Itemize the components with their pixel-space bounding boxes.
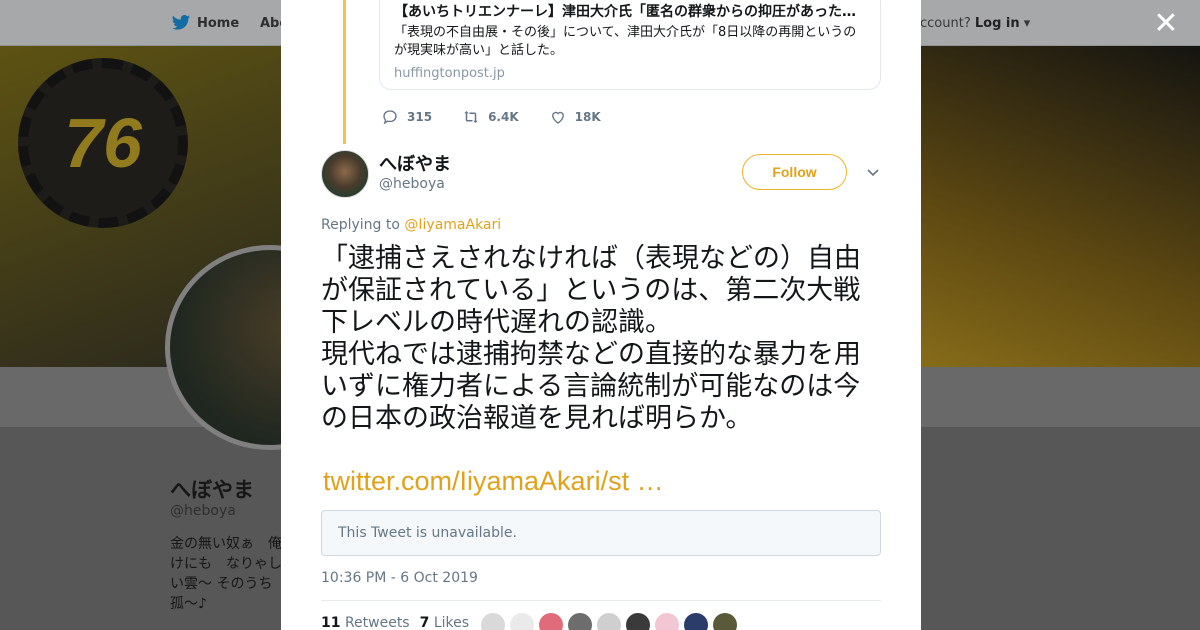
liker-avatar[interactable]	[684, 613, 708, 630]
unavailable-quote: This Tweet is unavailable.	[321, 510, 881, 556]
reply-button[interactable]: 315	[381, 108, 432, 126]
tweet-link[interactable]: twitter.com/IiyamaAkari/st …	[323, 466, 664, 497]
replying-to: Replying to @IiyamaAkari	[321, 217, 501, 233]
retweet-button[interactable]: 6.4K	[462, 108, 519, 126]
author-handle[interactable]: @heboya	[379, 176, 445, 192]
author-name[interactable]: へぼやま	[379, 150, 451, 176]
retweet-count: 6.4K	[488, 110, 519, 124]
liker-avatar[interactable]	[568, 613, 592, 630]
retweets-stat[interactable]: 11 Retweets	[321, 615, 410, 630]
author-avatar[interactable]	[321, 150, 369, 198]
tweet-text: 「逮捕さえされなければ（表現などの）自由が保証されている」というのは、第二次大戦…	[321, 243, 861, 434]
tweet-stats: 11 Retweets 7 Likes	[321, 600, 881, 630]
liker-avatar[interactable]	[713, 613, 737, 630]
retweets-stat-count: 11	[321, 615, 341, 630]
link-preview-card[interactable]: 【あいちトリエンナーレ】津田大介氏「匿名の群衆からの抑圧があった… 「表現の不自…	[379, 0, 881, 90]
tweet-timestamp[interactable]: 10:36 PM - 6 Oct 2019	[321, 570, 478, 586]
heart-icon	[551, 111, 564, 124]
follow-button[interactable]: Follow	[742, 154, 847, 190]
liker-avatar[interactable]	[539, 613, 563, 630]
tweet-modal: 【あいちトリエンナーレ】津田大介氏「匿名の群衆からの抑圧があった… 「表現の不自…	[281, 0, 921, 630]
retweet-icon	[464, 111, 478, 123]
retweets-stat-label: Retweets	[344, 615, 410, 630]
reply-count: 315	[407, 110, 433, 124]
liker-avatar[interactable]	[655, 613, 679, 630]
liker-avatar[interactable]	[597, 613, 621, 630]
like-count: 18K	[574, 110, 601, 124]
replying-target-link[interactable]: @IiyamaAkari	[404, 217, 501, 233]
likes-stat-count: 7	[419, 615, 430, 630]
liker-avatars	[481, 613, 737, 630]
reply-icon	[383, 110, 397, 125]
tweet-author: へぼやま @heboya Follow	[321, 150, 881, 200]
chevron-down-icon[interactable]	[865, 164, 881, 180]
likes-stat-label: Likes	[433, 615, 470, 630]
tweet-actions: 315 6.4K 18K	[381, 108, 601, 126]
replying-prefix: Replying to	[321, 217, 405, 233]
liker-avatar[interactable]	[481, 613, 505, 630]
thread-line	[343, 0, 346, 144]
card-title: 【あいちトリエンナーレ】津田大介氏「匿名の群衆からの抑圧があった…	[394, 4, 856, 20]
close-icon[interactable]: ✕	[1152, 9, 1180, 39]
card-description: 「表現の不自由展・その後」について、津田大介氏が「8日以降の再開というのが現実味…	[394, 25, 857, 58]
like-button[interactable]: 18K	[549, 108, 601, 126]
card-domain: huffingtonpost.jp	[394, 66, 505, 81]
liker-avatar[interactable]	[626, 613, 650, 630]
likes-stat[interactable]: 7 Likes	[420, 615, 469, 630]
liker-avatar[interactable]	[510, 613, 534, 630]
